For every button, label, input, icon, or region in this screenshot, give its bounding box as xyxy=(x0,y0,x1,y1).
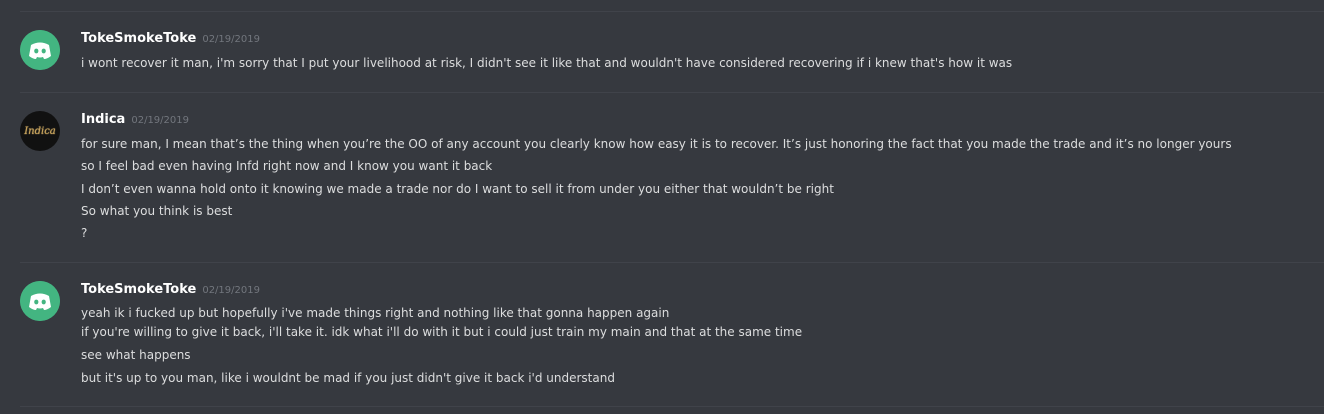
message-text: ? xyxy=(81,226,88,240)
message-divider xyxy=(20,92,1324,93)
message-text: but it's up to you man, like i wouldnt b… xyxy=(81,371,615,385)
message-text: yeah ik i fucked up but hopefully i've m… xyxy=(81,306,670,320)
discord-logo-icon[interactable] xyxy=(20,30,60,70)
message-text: So what you think is best xyxy=(81,204,233,218)
message-header: TokeSmokeToke 02/19/2019 xyxy=(81,282,260,297)
timestamp: 02/19/2019 xyxy=(202,285,260,296)
indica-logo: Indica xyxy=(24,125,56,137)
chat-messages: TokeSmokeToke 02/19/2019 i wont recover … xyxy=(0,0,1324,414)
username[interactable]: Indica xyxy=(81,112,125,127)
message-text: for sure man, I mean that’s the thing wh… xyxy=(81,137,1232,151)
discord-logo-icon[interactable] xyxy=(20,281,60,321)
message-divider xyxy=(20,406,1324,407)
message-text: if you're willing to give it back, i'll … xyxy=(81,325,803,339)
indica-avatar[interactable]: Indica xyxy=(20,111,60,151)
username[interactable]: TokeSmokeToke xyxy=(81,282,196,297)
message-text: so I feel bad even having Infd right now… xyxy=(81,159,493,173)
message-divider xyxy=(20,262,1324,263)
username[interactable]: TokeSmokeToke xyxy=(81,31,196,46)
message-text: see what happens xyxy=(81,348,191,362)
message-header: TokeSmokeToke 02/19/2019 xyxy=(81,31,260,46)
message-text: i wont recover it man, i'm sorry that I … xyxy=(81,56,1013,70)
timestamp: 02/19/2019 xyxy=(131,115,189,126)
timestamp: 02/19/2019 xyxy=(202,34,260,45)
message-divider xyxy=(20,11,1324,12)
message-header: Indica 02/19/2019 xyxy=(81,112,189,127)
message-text: I don’t even wanna hold onto it knowing … xyxy=(81,182,834,196)
